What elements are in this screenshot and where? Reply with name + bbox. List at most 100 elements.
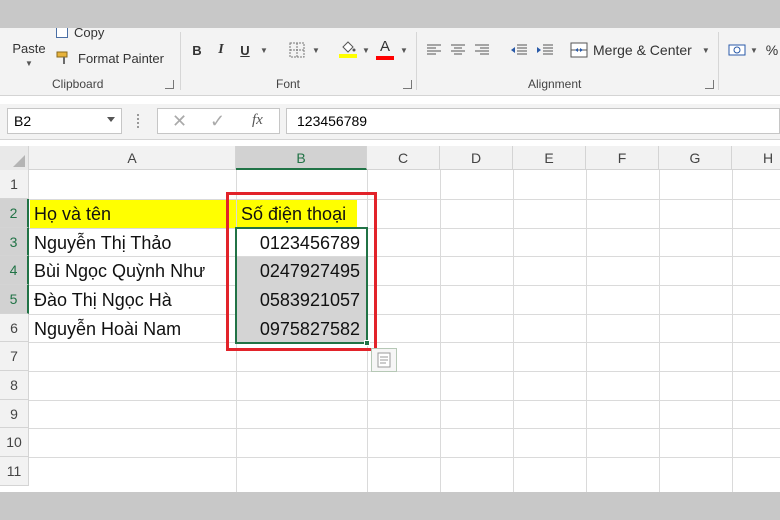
fill-color-dropdown-icon[interactable]: ▼ <box>360 42 372 58</box>
merge-center-button[interactable]: Merge & Center ▼ <box>570 38 710 62</box>
gridline <box>732 170 733 492</box>
align-center-icon <box>451 44 465 55</box>
column-header-g[interactable]: G <box>659 146 732 170</box>
gridline <box>29 428 780 429</box>
borders-icon <box>289 42 305 58</box>
name-box-value: B2 <box>14 113 32 129</box>
cell-a1[interactable]: Họ và tên <box>30 200 236 228</box>
align-left-button[interactable] <box>424 40 444 60</box>
font-color-dropdown-icon[interactable]: ▼ <box>398 42 410 58</box>
column-header-h[interactable]: H <box>732 146 780 170</box>
clipboard-group-label: Clipboard <box>52 77 104 91</box>
row-header-1[interactable]: 1 <box>0 170 29 199</box>
number-format-dropdown-icon[interactable]: ▼ <box>748 42 760 58</box>
ribbon: Paste ▼ Copy Format Painter Clipboard B … <box>0 28 780 96</box>
ribbon-separator <box>416 32 417 90</box>
select-all-icon <box>13 155 25 167</box>
name-box[interactable]: B2 <box>7 108 122 134</box>
cell-a5[interactable]: Nguyễn Hoài Nam <box>30 315 236 343</box>
row-header-3[interactable]: 3 <box>0 228 29 256</box>
alignment-group-label: Alignment <box>528 77 582 91</box>
font-color-button[interactable]: A <box>374 36 396 62</box>
row-header-9[interactable]: 9 <box>0 400 29 428</box>
align-left-icon <box>427 44 441 55</box>
format-painter-button[interactable]: Format Painter <box>56 48 164 68</box>
formula-buttons: ✕ ✓ fx <box>157 108 280 134</box>
row-header-7[interactable]: 7 <box>0 342 29 371</box>
enter-icon[interactable]: ✓ <box>210 111 225 132</box>
insert-function-icon[interactable]: fx <box>252 112 263 129</box>
fill-color-button[interactable] <box>336 36 360 62</box>
gridline <box>586 170 587 492</box>
accounting-format-icon <box>728 44 746 56</box>
underline-dropdown-icon[interactable]: ▼ <box>258 42 270 58</box>
column-header-b[interactable]: B <box>236 146 367 170</box>
row-header-6[interactable]: 6 <box>0 314 29 342</box>
gridline <box>29 400 780 401</box>
quick-analysis-button[interactable] <box>371 348 397 372</box>
column-header-a[interactable]: A <box>29 146 236 170</box>
row-header-11[interactable]: 11 <box>0 457 29 486</box>
fill-color-swatch <box>339 54 357 58</box>
formula-bar-grip-icon <box>137 114 140 128</box>
gridline <box>659 170 660 492</box>
merge-center-icon <box>570 42 588 58</box>
formula-bar: B2 ✕ ✓ fx 123456789 <box>0 104 780 140</box>
align-right-icon <box>475 44 489 55</box>
paste-button[interactable]: Paste ▼ <box>6 34 52 74</box>
formula-input[interactable]: 123456789 <box>286 108 780 134</box>
select-all-button[interactable] <box>0 146 29 170</box>
row-header-10[interactable]: 10 <box>0 428 29 457</box>
format-painter-icon <box>56 51 68 64</box>
decrease-indent-button[interactable] <box>508 40 530 60</box>
copy-label: Copy <box>74 28 105 40</box>
decrease-indent-icon <box>511 44 527 55</box>
row-header-4[interactable]: 4 <box>0 256 29 285</box>
cell-a3[interactable]: Bùi Ngọc Quỳnh Như <box>30 257 236 285</box>
cancel-icon[interactable]: ✕ <box>172 111 187 132</box>
increase-indent-icon <box>537 44 553 55</box>
bold-button[interactable]: B <box>188 40 206 60</box>
paste-label: Paste <box>12 40 46 56</box>
column-header-row: A B C D E F G H <box>0 146 780 170</box>
gridline <box>513 170 514 492</box>
align-center-button[interactable] <box>448 40 468 60</box>
merge-center-dropdown-icon: ▼ <box>701 45 710 55</box>
cell-a4[interactable]: Đào Thị Ngọc Hà <box>30 286 236 314</box>
alignment-launcher-icon[interactable] <box>705 80 714 89</box>
fill-bucket-icon <box>342 41 356 53</box>
column-header-e[interactable]: E <box>513 146 586 170</box>
cell-a2[interactable]: Nguyễn Thị Thảo <box>30 229 236 257</box>
gridline <box>440 170 441 492</box>
merge-center-label: Merge & Center <box>593 42 692 58</box>
borders-dropdown-icon[interactable]: ▼ <box>310 42 322 58</box>
font-launcher-icon[interactable] <box>403 80 412 89</box>
row-header-2[interactable]: 2 <box>0 199 29 228</box>
copy-button[interactable]: Copy <box>56 28 104 42</box>
borders-button[interactable] <box>286 40 308 60</box>
quick-analysis-icon <box>377 352 391 368</box>
font-color-swatch <box>376 55 394 60</box>
copy-icon <box>56 28 68 38</box>
font-group-label: Font <box>276 77 301 91</box>
clipboard-launcher-icon[interactable] <box>165 80 174 89</box>
ribbon-separator <box>718 32 719 90</box>
gridline <box>29 457 780 458</box>
font-color-icon: A <box>379 37 390 55</box>
number-format-button[interactable] <box>726 38 748 62</box>
column-header-d[interactable]: D <box>440 146 513 170</box>
italic-button[interactable]: I <box>212 40 230 60</box>
row-header-8[interactable]: 8 <box>0 371 29 400</box>
ribbon-separator <box>180 32 181 90</box>
underline-button[interactable]: U <box>236 40 254 60</box>
excel-window: Paste ▼ Copy Format Painter Clipboard B … <box>0 28 780 492</box>
name-box-dropdown-icon[interactable] <box>107 117 115 122</box>
increase-indent-button[interactable] <box>534 40 556 60</box>
column-header-f[interactable]: F <box>586 146 659 170</box>
column-header-c[interactable]: C <box>367 146 440 170</box>
row-header-5[interactable]: 5 <box>0 285 29 314</box>
gridline <box>29 371 780 372</box>
align-right-button[interactable] <box>472 40 492 60</box>
percent-button[interactable]: % <box>764 40 780 60</box>
highlight-box <box>226 192 377 351</box>
